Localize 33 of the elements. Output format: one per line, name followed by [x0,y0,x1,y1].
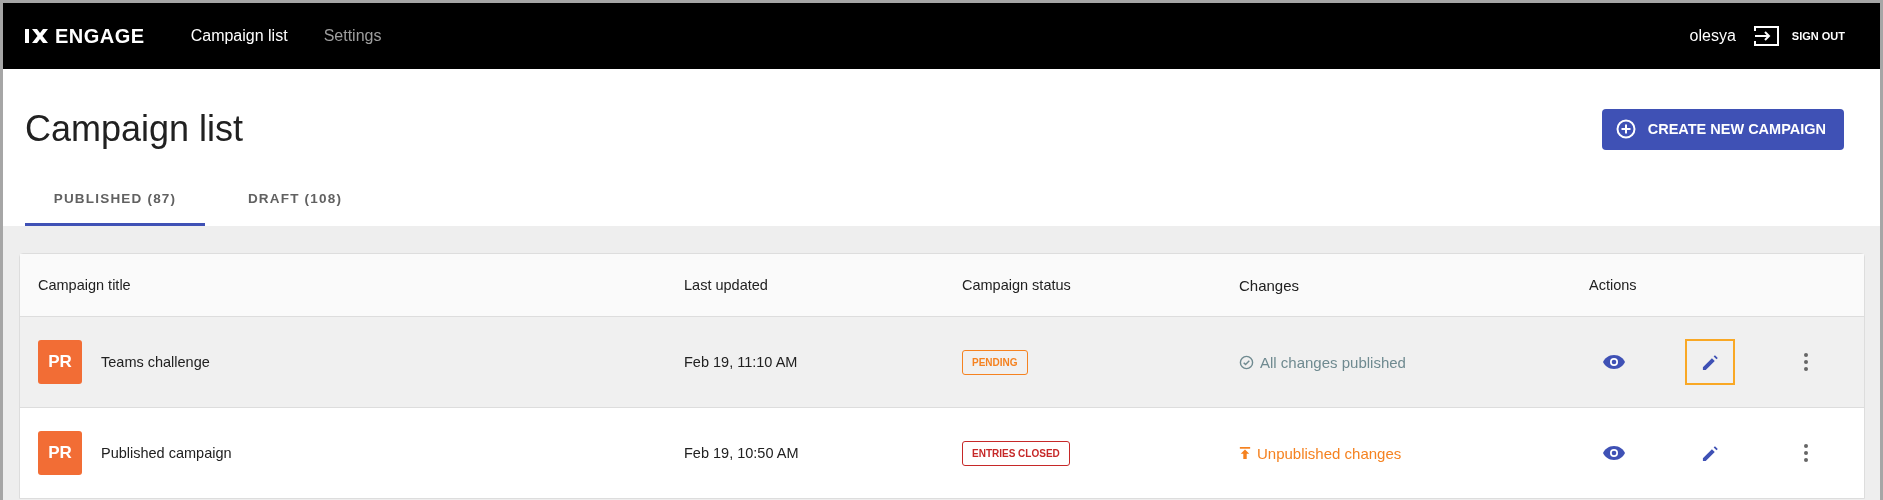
column-header: Campaign title [37,277,132,293]
nav-link[interactable]: Campaign list [190,27,288,45]
last-updated: Feb 19, 10:50 AM [683,445,800,461]
column-header: Last updated [683,277,769,293]
table-row[interactable]: PR Published campaign Feb 19, 10:50 AM ENTRIES CLOSED Unpublished changes [20,407,1864,498]
user-name: olesya [1689,27,1736,45]
changes-status: Unpublished changes [1257,444,1402,462]
campaign-avatar: PR [38,340,82,384]
create-campaign-button[interactable]: CREATE NEW CAMPAIGN [1601,108,1844,150]
column-header: Campaign status [961,277,1072,293]
changes-status: All changes published [1260,353,1406,371]
edit-button[interactable] [1685,339,1735,385]
column-header: Changes [1238,276,1301,294]
campaign-title: Teams challenge [101,354,210,370]
sign-out-button[interactable]: SIGN OUT [1753,25,1845,47]
tab[interactable]: DRAFT (108) [205,185,385,226]
status-tag: ENTRIES CLOSED [962,440,1070,466]
eye-icon [1602,354,1626,370]
eye-icon [1602,445,1626,461]
sign-out-icon [1753,25,1780,47]
plus-circle-icon [1615,119,1636,139]
more-icon [1803,352,1809,372]
campaign-title: Published campaign [101,445,232,461]
more-icon [1803,443,1809,463]
logo-icon [25,26,49,46]
last-updated: Feb 19, 11:10 AM [683,354,799,370]
status-tag: PENDING [962,349,1028,375]
campaign-avatar: PR [38,431,82,475]
page-title: Campaign list [25,108,244,150]
column-header: Actions [1589,277,1638,293]
logo-text: ENGAGE [55,24,145,48]
nav-link[interactable]: Settings [323,27,382,45]
table-row[interactable]: PR Teams challenge Feb 19, 11:10 AM PENDING All changes published [20,316,1864,407]
